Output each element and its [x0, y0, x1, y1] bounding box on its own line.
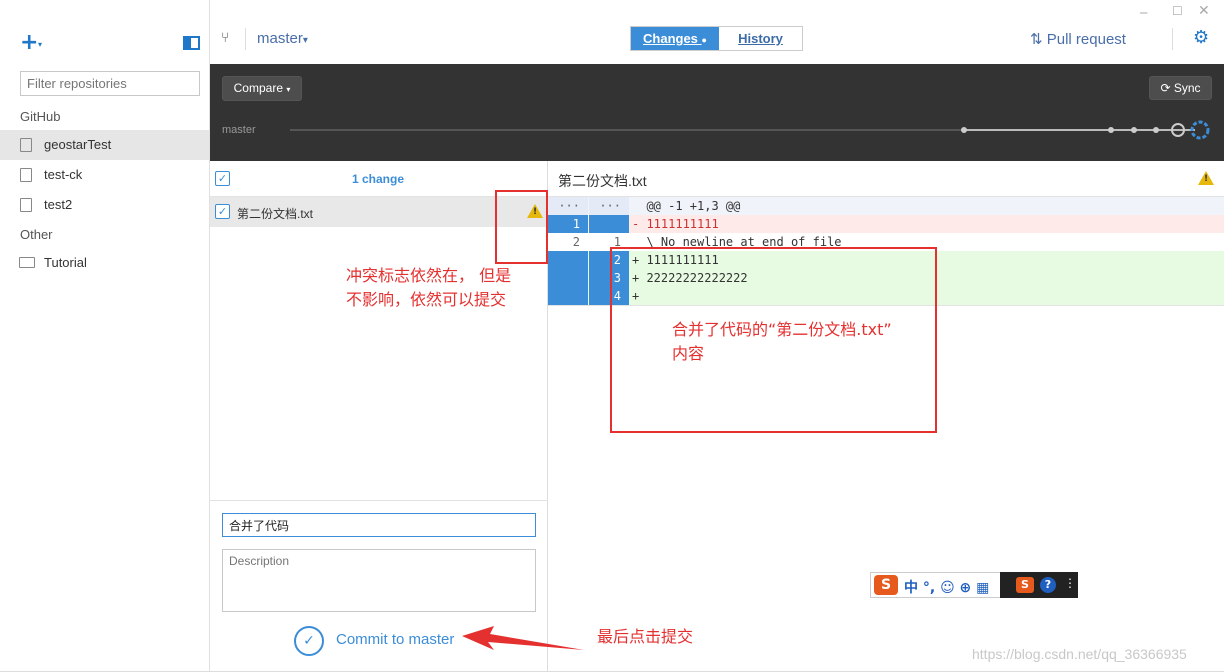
repo-label: Tutorial: [44, 255, 87, 270]
chevron-down-icon: ▾: [302, 35, 308, 46]
divider: [210, 500, 548, 501]
repo-icon: [20, 198, 32, 212]
branch-icon: ⑂: [221, 30, 230, 46]
old-line-number: [548, 251, 588, 269]
annotation-box-warning: [495, 190, 548, 264]
repo-icon: [20, 168, 32, 182]
close-icon[interactable]: ✕: [1198, 3, 1210, 19]
annotation-conflict-line2: 不影响，依然可以提交: [346, 290, 507, 309]
branch-selector[interactable]: master▾: [257, 30, 308, 47]
annotation-arrow: [462, 626, 584, 650]
maximize-icon[interactable]: ☐: [1172, 4, 1183, 18]
sidebar-item-test2[interactable]: test2: [0, 190, 209, 220]
sidebar-item-test-ck[interactable]: test-ck: [0, 160, 209, 190]
chevron-down-icon: ▾: [286, 85, 291, 94]
timeline-branch-label: master: [222, 124, 256, 136]
sync-toolbar: [210, 64, 1224, 161]
watermark: https://blog.csdn.net/qq_36366935: [972, 646, 1187, 662]
new-line-number: [589, 215, 629, 233]
tab-changes-label: Changes: [643, 31, 698, 46]
repository-sidebar: [0, 0, 210, 672]
select-all-checkbox[interactable]: ✓: [215, 171, 230, 186]
diff-file-title: 第二份文档.txt: [558, 173, 647, 189]
minimize-icon[interactable]: ─: [1140, 6, 1147, 20]
sync-icon: ⟳: [1160, 81, 1171, 95]
toggle-panel-icon[interactable]: [183, 36, 200, 50]
compare-label: Compare: [233, 81, 283, 95]
filter-repositories-input[interactable]: [20, 71, 200, 96]
diff-code: - 1111111111: [632, 217, 719, 231]
commit-dot: [1131, 127, 1137, 133]
commit-dot: [1153, 127, 1159, 133]
annotation-conflict-line1: 冲突标志依然在， 但是: [346, 266, 512, 285]
tab-history[interactable]: History: [719, 27, 802, 50]
warning-mark: !: [1204, 174, 1209, 184]
commit-description-field[interactable]: [222, 549, 536, 612]
changes-dot-icon: ●: [701, 35, 707, 45]
diff-line-deleted: 1 - 1111111111: [548, 215, 1224, 233]
repo-label: test-ck: [44, 167, 83, 182]
chevron-down-icon[interactable]: ▾: [38, 40, 42, 49]
diff-hunk-header: ··· ··· @@ -1 +1,3 @@: [548, 197, 1224, 215]
changed-file-name: 第二份文档.txt: [237, 207, 314, 221]
sync-button[interactable]: ⟳ Sync: [1149, 76, 1212, 100]
diff-code: @@ -1 +1,3 @@: [632, 199, 741, 213]
old-line-number: 2: [572, 235, 580, 249]
old-line-number: 1: [548, 215, 588, 233]
monitor-icon: [19, 257, 35, 268]
repo-label: test2: [44, 197, 73, 212]
tab-changes[interactable]: Changes ●: [631, 27, 719, 50]
sync-label: Sync: [1173, 81, 1201, 95]
old-line-number: ···: [548, 197, 588, 215]
annotation-merge-line2: 内容: [672, 344, 705, 363]
pull-request-icon: ⇅: [1030, 31, 1043, 48]
file-checkbox[interactable]: ✓: [215, 204, 230, 219]
commit-dot: [961, 127, 967, 133]
ime-menu-icon[interactable]: ⋮: [1064, 576, 1076, 590]
commit-dot: [1108, 127, 1114, 133]
help-icon[interactable]: ?: [1040, 577, 1056, 593]
arrow-shape: [462, 626, 584, 650]
annotation-merge-line1: 合并了代码的“第二份文档.txt”: [672, 320, 892, 339]
pull-request-label: Pull request: [1046, 31, 1126, 48]
pull-request-button[interactable]: ⇅ Pull request: [1030, 30, 1126, 48]
sidebar-item-tutorial[interactable]: Tutorial: [0, 248, 209, 278]
branch-label: master: [257, 30, 303, 47]
group-label-github: GitHub: [20, 109, 61, 124]
old-line-number: [548, 269, 588, 287]
ime-logo-small-icon[interactable]: S: [1016, 577, 1034, 593]
commit-timeline[interactable]: [290, 118, 1215, 142]
gear-icon[interactable]: ⚙: [1193, 27, 1209, 48]
commit-button[interactable]: Commit to master: [336, 631, 454, 648]
commit-summary-input[interactable]: [222, 513, 536, 537]
ime-logo-icon[interactable]: S: [874, 575, 898, 595]
compare-button[interactable]: Compare ▾: [222, 76, 302, 101]
old-line-number: [548, 287, 588, 305]
sidebar-item-geostartest[interactable]: geostarTest: [0, 130, 209, 160]
new-line-number: ···: [589, 197, 629, 215]
annotation-commit: 最后点击提交: [597, 627, 694, 646]
commit-check-icon[interactable]: ✓: [294, 626, 324, 656]
repo-label: geostarTest: [44, 137, 112, 152]
group-label-other: Other: [20, 227, 53, 242]
ime-status[interactable]: 中 °, ☺ ⊕ ▦: [904, 577, 989, 597]
changes-count: 1 change: [352, 172, 405, 186]
repo-icon: [20, 138, 32, 152]
divider: [1172, 28, 1173, 50]
divider: [245, 28, 246, 50]
add-repository-button[interactable]: +: [20, 32, 38, 54]
